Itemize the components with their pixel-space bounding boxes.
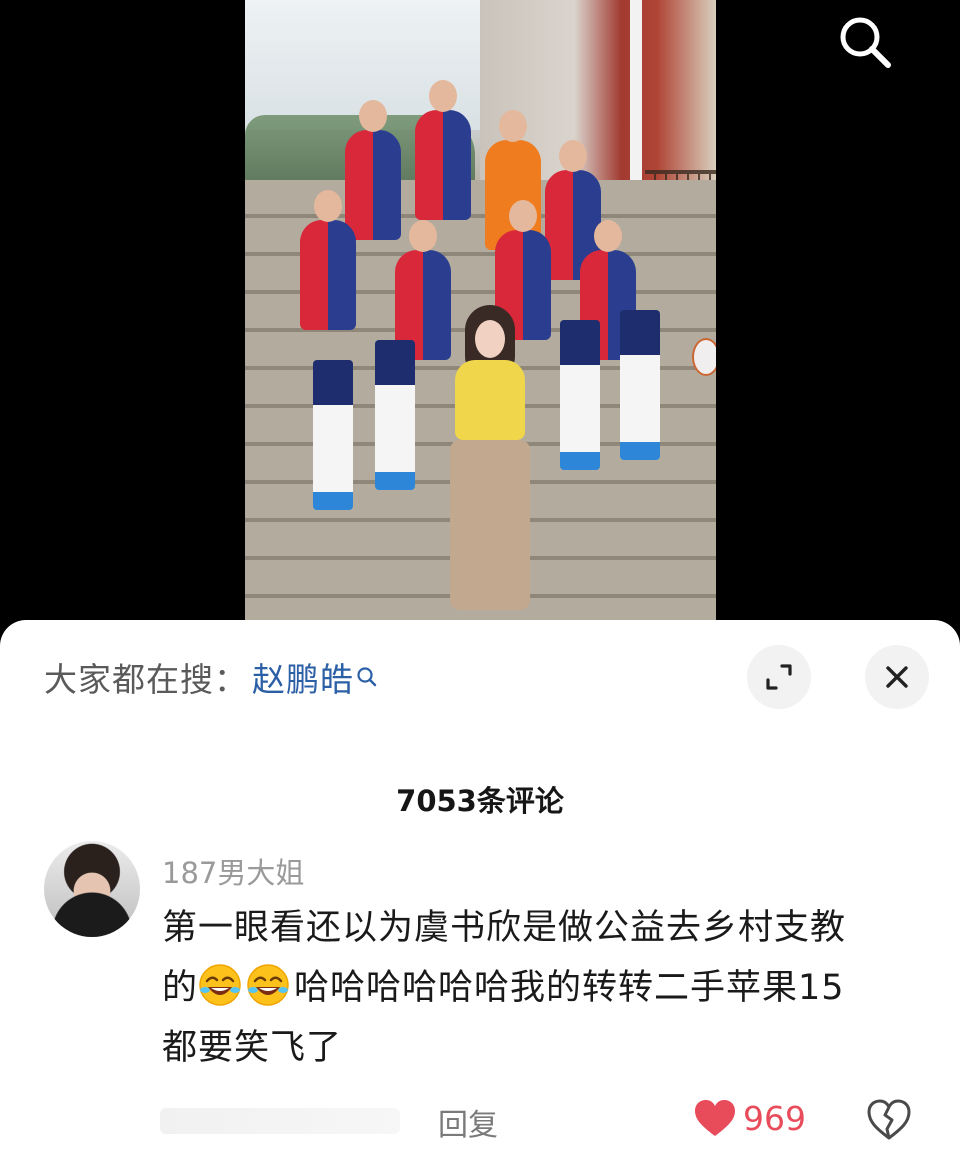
- player: [345, 100, 401, 240]
- player-legs: [375, 340, 415, 490]
- like-button[interactable]: 969: [693, 1098, 806, 1138]
- reply-button[interactable]: 回复: [438, 1100, 498, 1144]
- close-icon: [886, 666, 908, 688]
- football: [692, 338, 716, 376]
- comment-line-suffix: 哈哈哈哈哈哈我的转转二手苹果15: [294, 968, 845, 1008]
- woman-in-yellow: [450, 305, 530, 615]
- search-icon[interactable]: [356, 657, 378, 696]
- comment-sheet: [0, 620, 960, 1163]
- video-frame: [245, 0, 716, 620]
- comment-line: 的 哈哈哈哈哈哈我的转转二手苹果15: [162, 958, 922, 1018]
- comment-actions: 回复 969: [0, 1098, 960, 1148]
- rolling-laughing-emoji-icon: [247, 964, 289, 1006]
- player: [300, 190, 356, 330]
- player-legs: [313, 360, 353, 510]
- like-count: 969: [743, 1098, 806, 1138]
- player-legs: [560, 320, 600, 470]
- rolling-laughing-emoji-icon: [199, 964, 241, 1006]
- video-player[interactable]: [0, 0, 960, 640]
- heart-icon: [695, 1100, 735, 1136]
- expand-icon: [766, 664, 792, 690]
- expand-button[interactable]: [747, 645, 811, 709]
- broken-heart-icon: [867, 1099, 911, 1140]
- player: [415, 80, 471, 220]
- search-icon[interactable]: [835, 12, 895, 72]
- avatar[interactable]: [44, 841, 140, 937]
- comment-username[interactable]: 187男大姐: [162, 850, 304, 892]
- comment-timestamp-blurred: [160, 1108, 400, 1134]
- player-legs: [620, 310, 660, 460]
- comment-line-prefix: 的: [162, 968, 199, 1008]
- emoji-group: [198, 958, 294, 1018]
- search-suggestion-term[interactable]: 赵鹏皓: [252, 660, 354, 699]
- search-suggestion: 大家都在搜： 赵鹏皓: [44, 653, 378, 701]
- comment-line: 第一眼看还以为虞书欣是做公益去乡村支教: [162, 908, 847, 948]
- search-suggestion-label: 大家都在搜：: [44, 660, 248, 699]
- comment-count: 7053条评论: [396, 784, 564, 818]
- comment-body: 第一眼看还以为虞书欣是做公益去乡村支教 的 哈哈哈哈哈哈我的转转二手苹果15 都要…: [162, 898, 922, 1078]
- dislike-button[interactable]: [866, 1098, 912, 1144]
- comment-line: 都要笑飞了: [162, 1028, 343, 1068]
- close-button[interactable]: [865, 645, 929, 709]
